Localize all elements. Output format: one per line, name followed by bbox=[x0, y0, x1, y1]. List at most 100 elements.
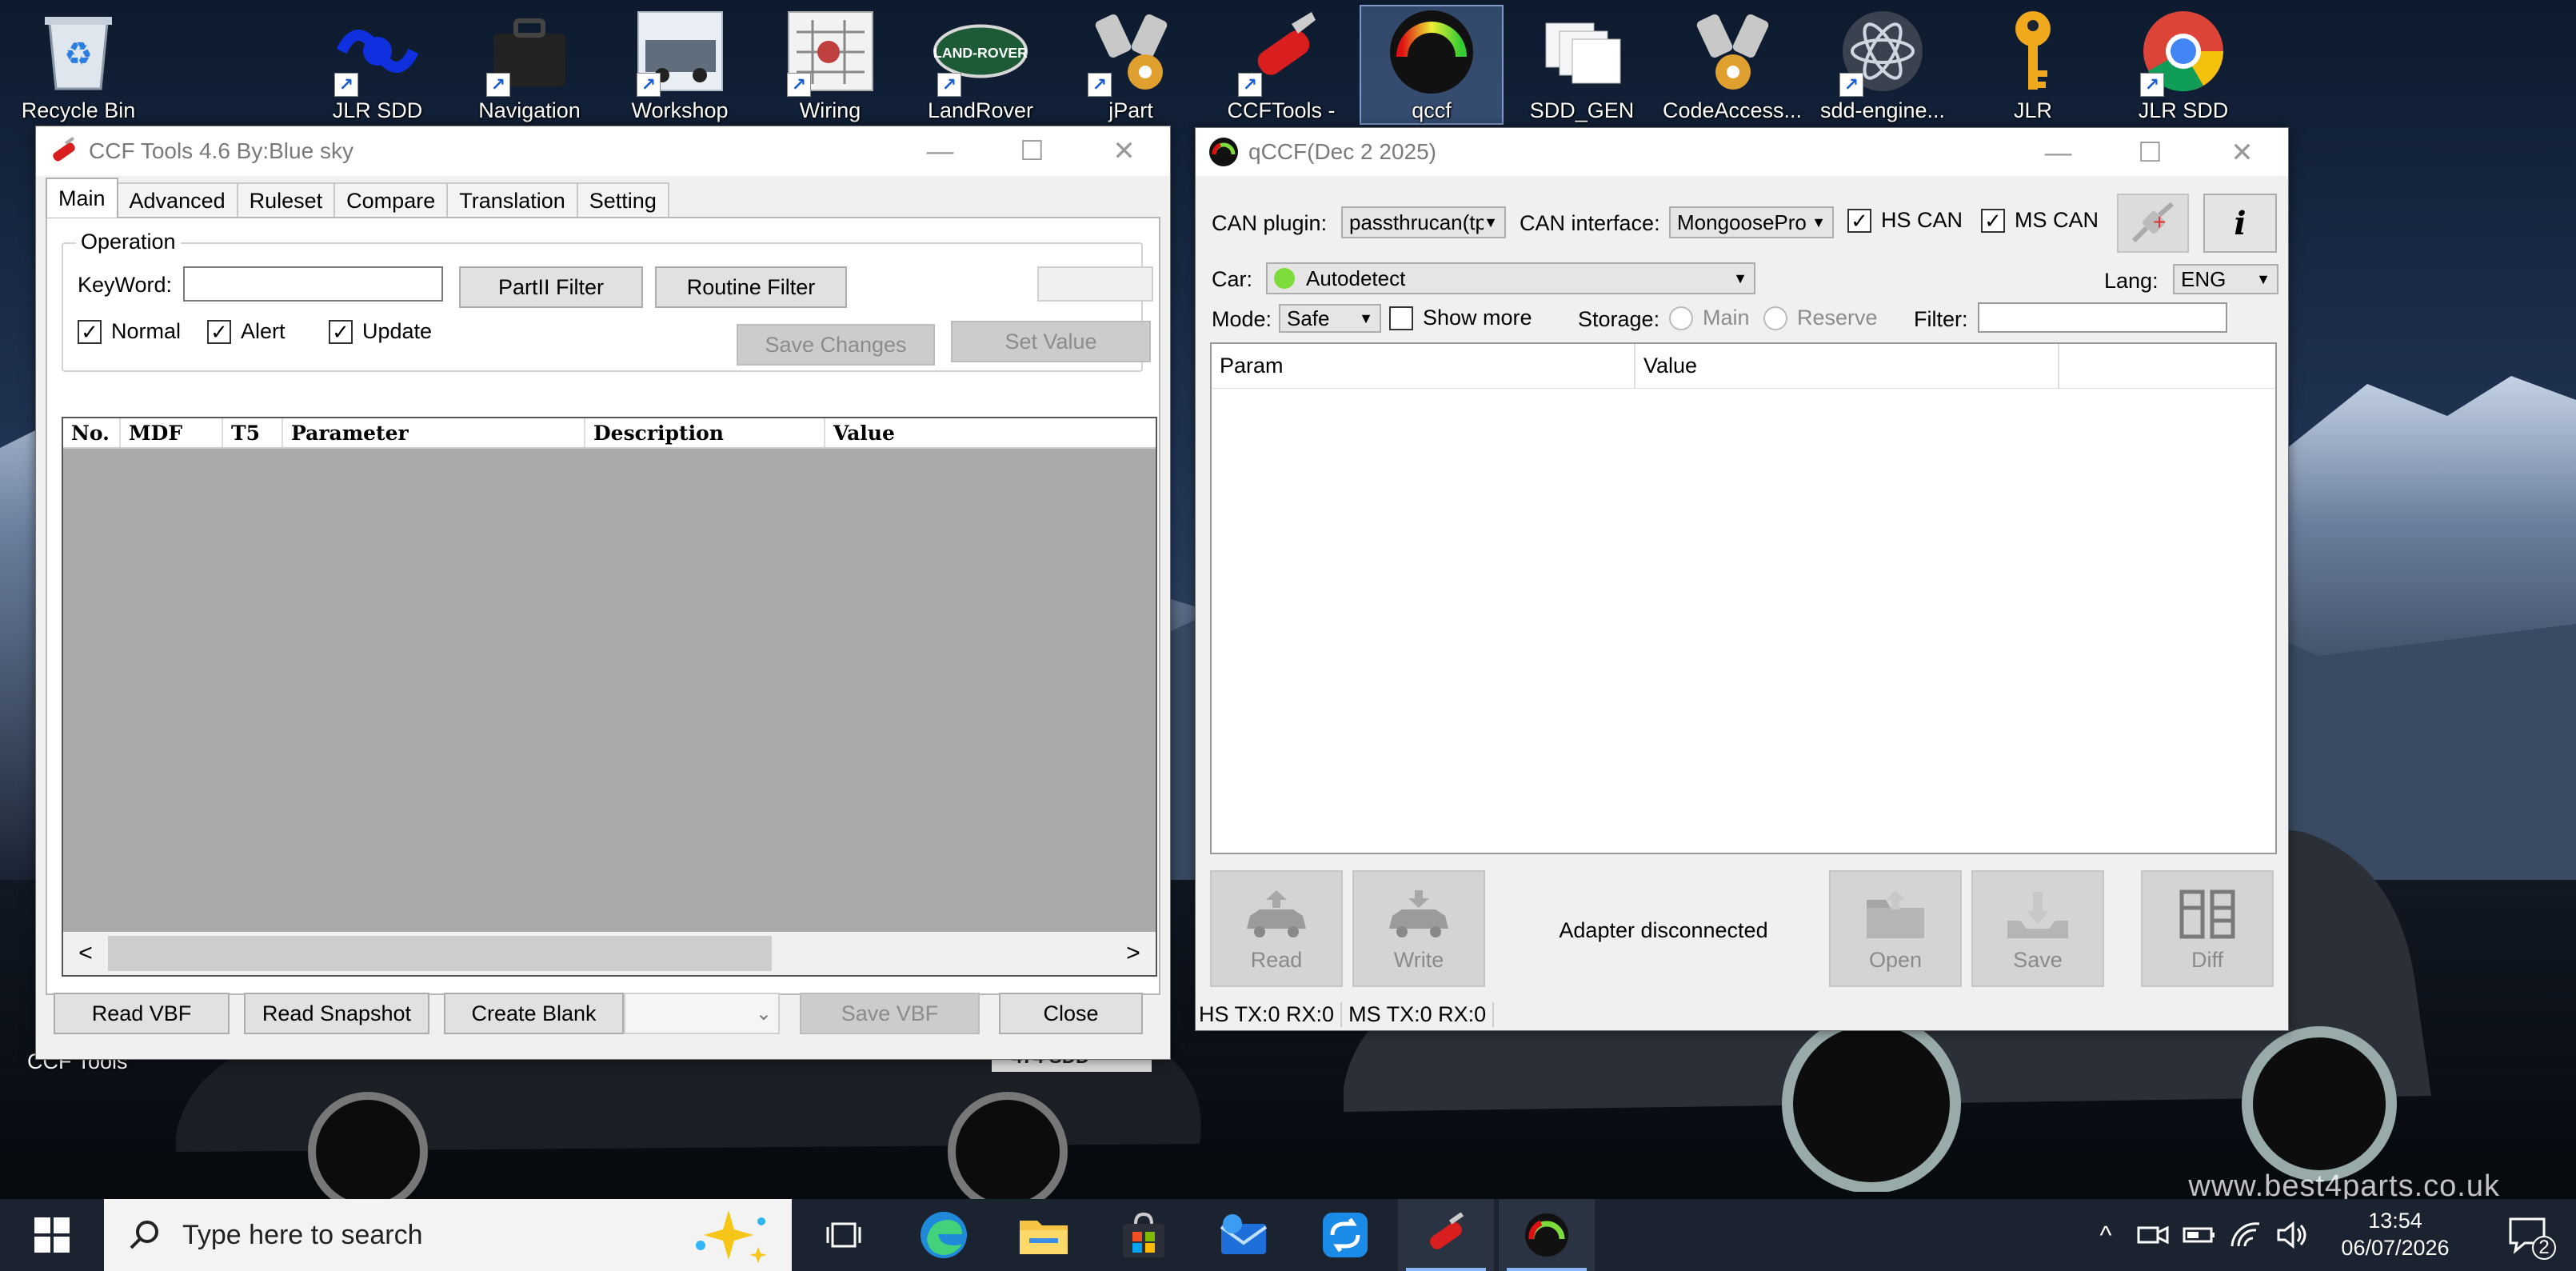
close-button[interactable]: Close bbox=[999, 993, 1143, 1034]
create-blank-button[interactable]: Create Blank bbox=[444, 993, 624, 1034]
maximize-icon[interactable]: ☐ bbox=[986, 126, 1078, 176]
taskbar-edge[interactable] bbox=[896, 1199, 992, 1271]
update-checkbox-row[interactable]: ✓ Update bbox=[329, 319, 432, 344]
desktop-icon-codeaccess[interactable]: CodeAccess... bbox=[1660, 5, 1804, 125]
read-snapshot-button[interactable]: Read Snapshot bbox=[244, 993, 429, 1034]
show-more-checkbox[interactable] bbox=[1389, 306, 1413, 330]
routine-filter-button[interactable]: Routine Filter bbox=[655, 266, 847, 308]
tray-show-hidden[interactable]: ^ bbox=[2083, 1199, 2128, 1271]
maximize-icon[interactable]: ☐ bbox=[2104, 128, 2196, 178]
vbf-type-select[interactable]: ⌄ bbox=[624, 993, 780, 1034]
tab-main[interactable]: Main bbox=[46, 178, 118, 218]
filter-input[interactable] bbox=[1978, 302, 2227, 333]
mode-select[interactable]: Safe ▼ bbox=[1279, 304, 1381, 333]
storage-main-radio-row[interactable]: Main bbox=[1669, 306, 1750, 330]
ms-can-checkbox[interactable]: ✓ bbox=[1981, 208, 2005, 233]
keyword-input[interactable] bbox=[183, 266, 443, 302]
desktop-icon-jlr[interactable]: JLR bbox=[1961, 5, 2105, 125]
gauge-icon bbox=[1525, 1213, 1568, 1257]
tray-network[interactable] bbox=[2223, 1199, 2268, 1271]
desktop-icon-qccf[interactable]: qccf bbox=[1360, 5, 1504, 125]
taskbar-teamviewer[interactable] bbox=[1297, 1199, 1393, 1271]
taskbar-mail[interactable] bbox=[1196, 1199, 1292, 1271]
hs-can-checkbox-row[interactable]: ✓ HS CAN bbox=[1847, 208, 1963, 233]
alert-checkbox[interactable]: ✓ bbox=[207, 319, 231, 344]
close-icon[interactable]: ✕ bbox=[2196, 128, 2288, 178]
horizontal-scrollbar[interactable]: < > bbox=[63, 932, 1156, 975]
ccf-titlebar[interactable]: CCF Tools 4.6 By:Blue sky — ☐ ✕ bbox=[36, 126, 1170, 176]
col-value[interactable]: Value bbox=[1635, 344, 2059, 388]
col-value[interactable]: Value bbox=[825, 418, 1156, 447]
lang-select[interactable]: ENG ▼ bbox=[2173, 264, 2278, 294]
col-param[interactable]: Param bbox=[1212, 344, 1635, 388]
connect-plug-button[interactable]: + bbox=[2117, 194, 2189, 253]
read-button[interactable]: Read bbox=[1210, 870, 1343, 987]
minimize-icon[interactable]: — bbox=[2012, 128, 2104, 178]
taskbar-file-explorer[interactable] bbox=[996, 1199, 1092, 1271]
desktop-icon-workshop[interactable]: ↗ Workshop bbox=[608, 5, 752, 125]
set-value-button[interactable]: Set Value bbox=[951, 321, 1151, 362]
tray-clock[interactable]: 13:54 06/07/2026 bbox=[2319, 1199, 2471, 1271]
tray-battery[interactable] bbox=[2177, 1199, 2222, 1271]
tray-notifications[interactable]: 2 bbox=[2487, 1199, 2567, 1271]
col-description[interactable]: Description bbox=[585, 418, 825, 447]
tab-setting[interactable]: Setting bbox=[576, 182, 669, 218]
desktop-icon-jlr-sdd-chrome[interactable]: ↗ JLR SDD bbox=[2111, 5, 2255, 125]
ccf-parameter-table: No. MDF T5 Parameter Description Value <… bbox=[62, 417, 1157, 977]
desktop-icon-recycle-bin[interactable]: ♻ Recycle Bin bbox=[6, 5, 150, 125]
tab-advanced[interactable]: Advanced bbox=[116, 182, 238, 218]
alert-checkbox-row[interactable]: ✓ Alert bbox=[207, 319, 286, 344]
info-button[interactable]: i bbox=[2203, 194, 2277, 253]
col-parameter[interactable]: Parameter bbox=[283, 418, 585, 447]
col-mdf[interactable]: MDF bbox=[121, 418, 223, 447]
scroll-right-arrow-icon[interactable]: > bbox=[1111, 940, 1156, 967]
col-t5[interactable]: T5 bbox=[223, 418, 283, 447]
can-interface-select[interactable]: MongoosePro ▼ bbox=[1669, 206, 1834, 238]
read-vbf-button[interactable]: Read VBF bbox=[54, 993, 230, 1034]
desktop-icon-jlr-sdd[interactable]: ↗ JLR SDD bbox=[306, 5, 449, 125]
desktop-icon-ccftools[interactable]: ↗ CCFTools - bbox=[1209, 5, 1353, 125]
taskbar-search-box[interactable]: Type here to search bbox=[104, 1199, 792, 1271]
save-changes-button[interactable]: Save Changes bbox=[737, 324, 935, 366]
normal-checkbox-row[interactable]: ✓ Normal bbox=[78, 319, 181, 344]
desktop-icon-sdd-gen[interactable]: SDD_GEN bbox=[1510, 5, 1654, 125]
taskbar-ccftools[interactable] bbox=[1398, 1199, 1494, 1271]
show-more-checkbox-row[interactable]: Show more bbox=[1389, 306, 1532, 330]
taskbar-qccf[interactable] bbox=[1499, 1199, 1595, 1271]
tab-ruleset[interactable]: Ruleset bbox=[236, 182, 336, 218]
minimize-icon[interactable]: — bbox=[894, 126, 986, 176]
save-button[interactable]: Save bbox=[1971, 870, 2104, 987]
tab-translation[interactable]: Translation bbox=[446, 182, 578, 218]
save-vbf-button[interactable]: Save VBF bbox=[800, 993, 980, 1034]
desktop-icon-wiring[interactable]: ↗ Wiring bbox=[758, 5, 902, 125]
scroll-left-arrow-icon[interactable]: < bbox=[63, 940, 108, 967]
start-button[interactable] bbox=[0, 1199, 104, 1271]
hs-can-checkbox[interactable]: ✓ bbox=[1847, 208, 1871, 233]
car-select[interactable]: Autodetect ▼ bbox=[1266, 262, 1755, 294]
qccf-titlebar[interactable]: qCCF(Dec 2 2025) — ☐ ✕ bbox=[1196, 128, 2288, 176]
storage-reserve-radio-row[interactable]: Reserve bbox=[1763, 306, 1878, 330]
tray-meet-now[interactable] bbox=[2131, 1199, 2175, 1271]
tray-volume[interactable] bbox=[2270, 1199, 2314, 1271]
desktop-icon-sdd-engine[interactable]: ↗ sdd-engine... bbox=[1811, 5, 1955, 125]
ms-can-checkbox-row[interactable]: ✓ MS CAN bbox=[1981, 208, 2099, 233]
scrollbar-thumb[interactable] bbox=[108, 936, 772, 971]
update-checkbox[interactable]: ✓ bbox=[329, 319, 353, 344]
can-plugin-select[interactable]: passthrucan(tp ▼ bbox=[1341, 206, 1506, 238]
storage-main-radio[interactable] bbox=[1669, 306, 1693, 330]
normal-checkbox[interactable]: ✓ bbox=[78, 319, 102, 344]
part2-filter-button[interactable]: PartII Filter bbox=[459, 266, 643, 308]
tab-compare[interactable]: Compare bbox=[333, 182, 449, 218]
desktop-icon-jpart[interactable]: ↗ jPart bbox=[1059, 5, 1203, 125]
desktop-icon-landrover[interactable]: LAND-ROVER ↗ LandRover bbox=[909, 5, 1052, 125]
diff-button[interactable]: Diff bbox=[2141, 870, 2274, 987]
close-icon[interactable]: ✕ bbox=[1078, 126, 1170, 176]
storage-reserve-radio[interactable] bbox=[1763, 306, 1787, 330]
col-no[interactable]: No. bbox=[63, 418, 121, 447]
col-extra[interactable] bbox=[2059, 344, 2275, 388]
write-button[interactable]: Write bbox=[1352, 870, 1485, 987]
task-view-button[interactable] bbox=[808, 1199, 880, 1271]
desktop-icon-navigation[interactable]: ↗ Navigation bbox=[457, 5, 601, 125]
taskbar-store[interactable] bbox=[1096, 1199, 1192, 1271]
open-button[interactable]: Open bbox=[1829, 870, 1962, 987]
